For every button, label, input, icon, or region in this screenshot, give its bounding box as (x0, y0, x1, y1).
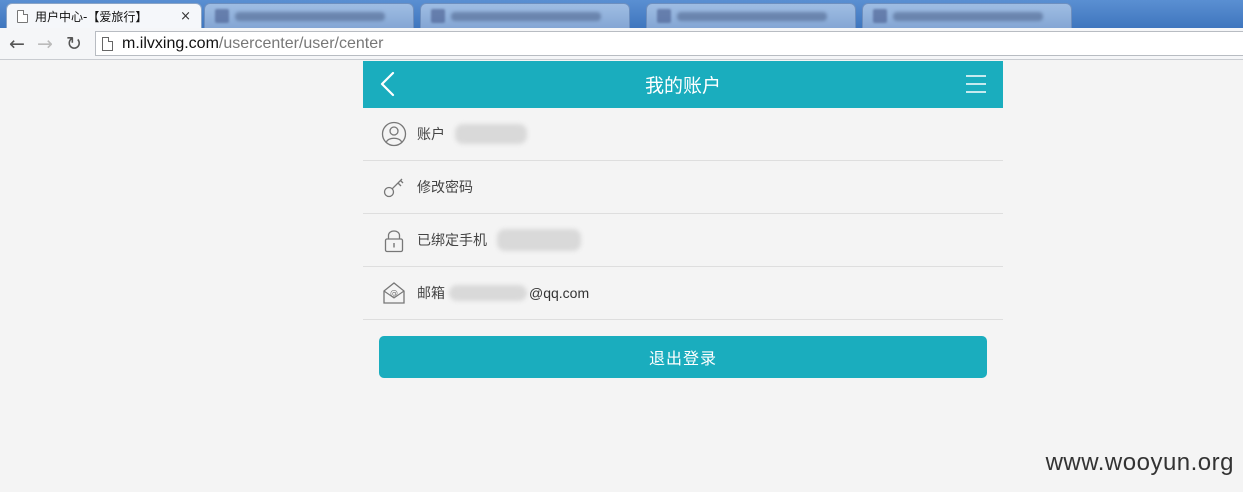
close-icon[interactable]: × (180, 9, 191, 24)
email-value: @qq.com (447, 285, 589, 301)
page-title: 我的账户 (644, 75, 721, 97)
logout-button[interactable]: 退出登录 (379, 336, 987, 378)
favicon-icon (215, 9, 229, 23)
account-value (447, 124, 527, 144)
favicon-icon (657, 9, 671, 23)
browser-tab-active[interactable]: 用户中心-【爱旅行】 × (6, 3, 202, 28)
key-icon (381, 174, 407, 200)
chevron-left-icon[interactable] (377, 70, 399, 98)
user-icon (381, 121, 407, 147)
browser-tab[interactable] (646, 3, 856, 28)
url-path: /usercenter/user/center (218, 34, 384, 52)
browser-tabstrip: 用户中心-【爱旅行】 × (0, 0, 1243, 28)
address-bar[interactable]: m.ilvxing.com/usercenter/user/center (95, 31, 1243, 56)
page-icon (102, 36, 113, 51)
favicon-icon (431, 9, 445, 23)
lock-icon (381, 227, 407, 253)
redacted-phone (497, 229, 581, 251)
email-label: 邮箱 (417, 286, 445, 302)
account-label: 账户 (417, 127, 445, 143)
change-password-label: 修改密码 (417, 180, 473, 196)
svg-text:@: @ (390, 289, 398, 298)
email-row: @ 邮箱 @qq.com (363, 267, 1003, 320)
page-icon (17, 9, 28, 23)
app-header: 我的账户 (363, 61, 1003, 108)
account-page: 我的账户 账户 修改密码 已绑定手机 @ 邮箱 @qq.com 退出登录 (363, 61, 1003, 401)
tab-title: 用户中心-【爱旅行】 (35, 9, 148, 24)
reload-icon[interactable]: ↻ (62, 32, 86, 56)
forward-arrow-icon[interactable]: → (33, 32, 57, 56)
browser-tab[interactable] (204, 3, 414, 28)
bound-phone-label: 已绑定手机 (417, 233, 487, 249)
redacted-account (455, 124, 527, 144)
favicon-icon (873, 9, 887, 23)
browser-tab[interactable] (862, 3, 1072, 28)
back-arrow-icon[interactable]: ← (5, 32, 29, 56)
hamburger-menu-icon[interactable] (965, 74, 987, 94)
url-host: m.ilvxing.com (122, 34, 219, 52)
mail-icon: @ (381, 280, 407, 306)
browser-tab[interactable] (420, 3, 630, 28)
browser-toolbar: ← → ↻ m.ilvxing.com/usercenter/user/cent… (0, 28, 1243, 60)
bound-phone-row: 已绑定手机 (363, 214, 1003, 267)
url-text: m.ilvxing.com/usercenter/user/center (122, 35, 383, 53)
redacted-email (449, 285, 527, 301)
bound-phone-value (489, 229, 581, 251)
change-password-row[interactable]: 修改密码 (363, 161, 1003, 214)
account-row: 账户 (363, 108, 1003, 161)
watermark: www.wooyun.org (1045, 449, 1234, 476)
